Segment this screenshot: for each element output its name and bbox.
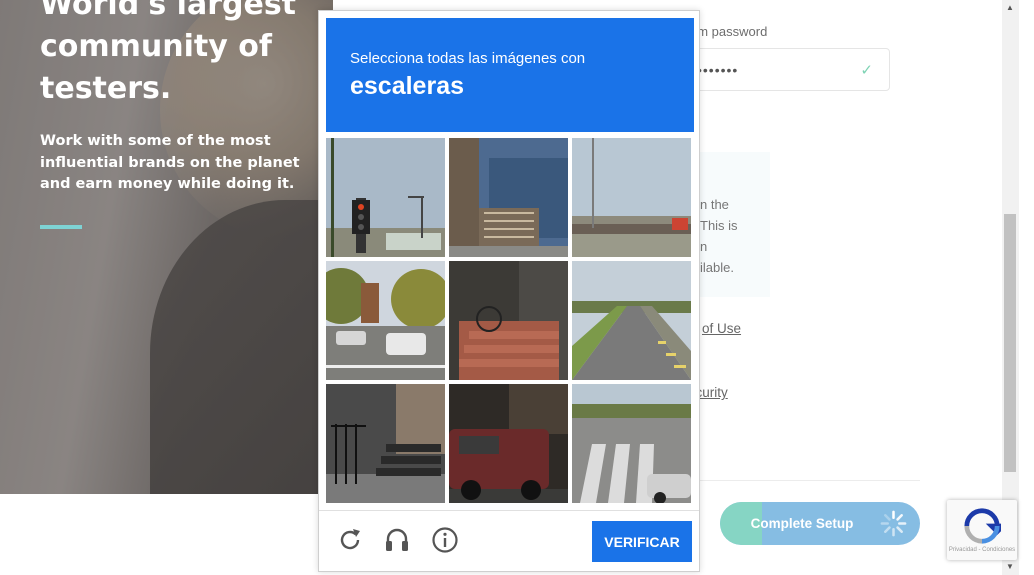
signup-page: World's largest community of testers. Wo… bbox=[0, 0, 1034, 575]
captcha-tile[interactable] bbox=[449, 138, 568, 257]
tile-image-front-stoop bbox=[326, 384, 445, 503]
complete-setup-button[interactable]: Complete Setup bbox=[720, 502, 920, 545]
captcha-tile[interactable] bbox=[572, 138, 691, 257]
scroll-down-arrow-icon[interactable]: ▼ bbox=[1006, 562, 1014, 571]
terms-of-use-link[interactable]: of Use bbox=[702, 321, 741, 336]
tile-image-intersection bbox=[326, 261, 445, 380]
recaptcha-terms[interactable]: Privacidad - Condiciones bbox=[947, 547, 1017, 553]
loading-spinner-icon bbox=[880, 510, 907, 537]
tile-image-red-truck bbox=[449, 384, 568, 503]
reload-icon[interactable] bbox=[336, 526, 364, 554]
captcha-tile[interactable] bbox=[326, 384, 445, 503]
info-icon[interactable] bbox=[431, 526, 459, 554]
captcha-challenge-dialog: Selecciona todas las imágenes con escale… bbox=[318, 10, 700, 572]
recaptcha-logo-icon bbox=[964, 508, 1001, 544]
captcha-image-grid bbox=[326, 138, 694, 504]
tile-image-crosswalk bbox=[572, 384, 691, 503]
confirm-password-label: irm password bbox=[690, 24, 768, 39]
hero-subtitle: Work with some of the most influential b… bbox=[40, 133, 300, 192]
info-text-line: n bbox=[700, 239, 708, 254]
verify-button[interactable]: VERIFICAR bbox=[592, 521, 692, 562]
captcha-header: Selecciona todas las imágenes con escale… bbox=[326, 18, 694, 132]
tile-image-road bbox=[572, 261, 691, 380]
tile-image-porch-stairs bbox=[449, 138, 568, 257]
captcha-tile[interactable] bbox=[326, 138, 445, 257]
captcha-tile[interactable] bbox=[449, 384, 568, 503]
hero-panel: World's largest community of testers. Wo… bbox=[0, 0, 333, 494]
tile-image-traffic-light bbox=[326, 138, 445, 257]
captcha-footer-divider bbox=[319, 510, 699, 511]
info-text-line: This is bbox=[700, 218, 738, 233]
captcha-instruction: Selecciona todas las imágenes con bbox=[350, 50, 586, 67]
confirm-password-field[interactable]: ••••••• ✓ bbox=[684, 48, 890, 91]
tile-image-brick-stairs bbox=[449, 261, 568, 380]
scroll-up-arrow-icon[interactable]: ▲ bbox=[1006, 3, 1014, 12]
scrollbar-thumb[interactable] bbox=[1004, 214, 1016, 472]
audio-headphones-icon[interactable] bbox=[383, 526, 411, 554]
page-scrollbar[interactable]: ▲ ▼ bbox=[1002, 0, 1019, 575]
captcha-target-word: escaleras bbox=[350, 72, 465, 100]
captcha-tile[interactable] bbox=[572, 261, 691, 380]
tile-image-bridge bbox=[572, 138, 691, 257]
password-mask: ••••••• bbox=[697, 62, 739, 78]
complete-setup-label: Complete Setup bbox=[750, 516, 854, 531]
info-text-line: n the bbox=[700, 197, 729, 212]
captcha-tile[interactable] bbox=[449, 261, 568, 380]
info-text: n the This is n ilable. bbox=[700, 194, 738, 278]
recaptcha-badge[interactable]: Privacidad - Condiciones bbox=[947, 500, 1017, 560]
captcha-tile[interactable] bbox=[572, 384, 691, 503]
hero-title: World's largest community of testers. bbox=[40, 0, 297, 106]
captcha-tile[interactable] bbox=[326, 261, 445, 380]
hero-accent-bar bbox=[40, 225, 82, 229]
divider bbox=[698, 480, 920, 481]
info-text-line: ilable. bbox=[700, 260, 734, 275]
check-icon: ✓ bbox=[860, 62, 873, 79]
